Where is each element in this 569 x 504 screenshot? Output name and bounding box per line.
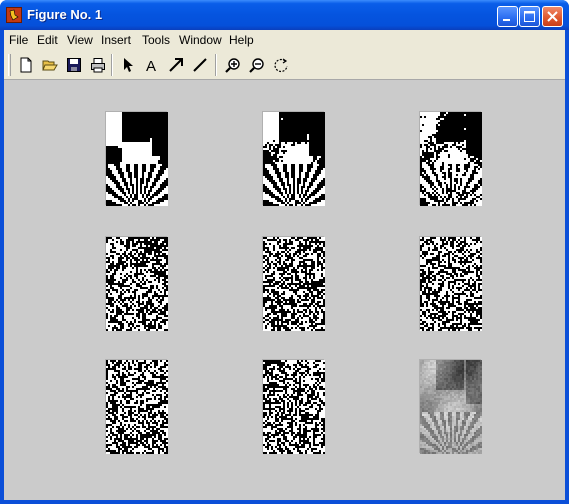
figure-toolbar: A [4, 50, 565, 80]
open-button[interactable] [39, 54, 61, 76]
new-figure-icon [20, 57, 32, 73]
print-icon [91, 58, 105, 73]
subplot-image [262, 236, 325, 331]
close-icon [547, 11, 558, 22]
subplot-image [262, 359, 325, 454]
toolbar-separator [111, 54, 113, 76]
subplot-bit-plane-binary [420, 112, 482, 206]
rotate-icon [274, 58, 288, 73]
close-button[interactable] [542, 6, 563, 27]
save-icon [67, 58, 81, 72]
select-arrow-icon [124, 58, 133, 72]
open-icon [42, 60, 58, 71]
select-arrow-button[interactable] [117, 54, 139, 76]
subplot-image [105, 236, 168, 331]
window-client-area: File Edit View Insert Tools Window Help [4, 30, 565, 500]
zoom-out-button[interactable] [246, 54, 268, 76]
subplot-image [419, 111, 482, 206]
minimize-icon [503, 19, 510, 21]
subplot-bit-plane-noise [263, 237, 325, 331]
insert-line-icon [193, 58, 207, 72]
toolbar-grip[interactable] [8, 54, 11, 76]
subplot-bit-plane-noise [106, 360, 168, 454]
window-border-bottom [0, 500, 569, 504]
zoom-in-button[interactable] [222, 54, 244, 76]
new-figure-button[interactable] [15, 54, 37, 76]
figure-window: Figure No. 1 File Edit View Insert Tools… [0, 0, 569, 504]
maximize-icon [524, 11, 535, 22]
menu-file[interactable]: File [9, 33, 28, 47]
insert-arrow-icon [169, 58, 183, 72]
subplot-image [105, 359, 168, 454]
window-border-right [565, 30, 569, 504]
menu-insert[interactable]: Insert [101, 33, 131, 47]
menu-edit[interactable]: Edit [37, 33, 58, 47]
matlab-app-icon [6, 7, 22, 23]
subplot-image [419, 359, 482, 454]
subplot-bit-plane-binary [106, 112, 168, 206]
maximize-button[interactable] [519, 6, 540, 27]
subplot-bit-plane-noise [420, 237, 482, 331]
rotate-button[interactable] [270, 54, 292, 76]
menu-help[interactable]: Help [229, 33, 254, 47]
subplot-grayscale-photo [420, 360, 482, 454]
subplot-image [419, 236, 482, 331]
zoom-in-icon [225, 58, 240, 73]
subplot-bit-plane-noise [263, 360, 325, 454]
toolbar-separator [215, 54, 217, 76]
insert-text-icon: A [146, 58, 156, 73]
insert-line-button[interactable] [189, 54, 211, 76]
subplot-image [105, 111, 168, 206]
window-title: Figure No. 1 [27, 7, 103, 22]
menu-tools[interactable]: Tools [142, 33, 170, 47]
subplot-bit-plane-binary [263, 112, 325, 206]
insert-text-button[interactable]: A [141, 54, 163, 76]
save-button[interactable] [63, 54, 85, 76]
title-bar[interactable]: Figure No. 1 [0, 0, 569, 30]
zoom-out-icon [249, 58, 264, 73]
subplot-bit-plane-noise [106, 237, 168, 331]
print-button[interactable] [87, 54, 109, 76]
insert-text-label: A [146, 58, 156, 73]
figure-canvas[interactable] [4, 81, 565, 500]
menu-view[interactable]: View [67, 33, 93, 47]
insert-arrow-button[interactable] [165, 54, 187, 76]
subplot-image [262, 111, 325, 206]
menu-window[interactable]: Window [179, 33, 222, 47]
menu-bar: File Edit View Insert Tools Window Help [4, 30, 565, 50]
minimize-button[interactable] [497, 6, 518, 27]
